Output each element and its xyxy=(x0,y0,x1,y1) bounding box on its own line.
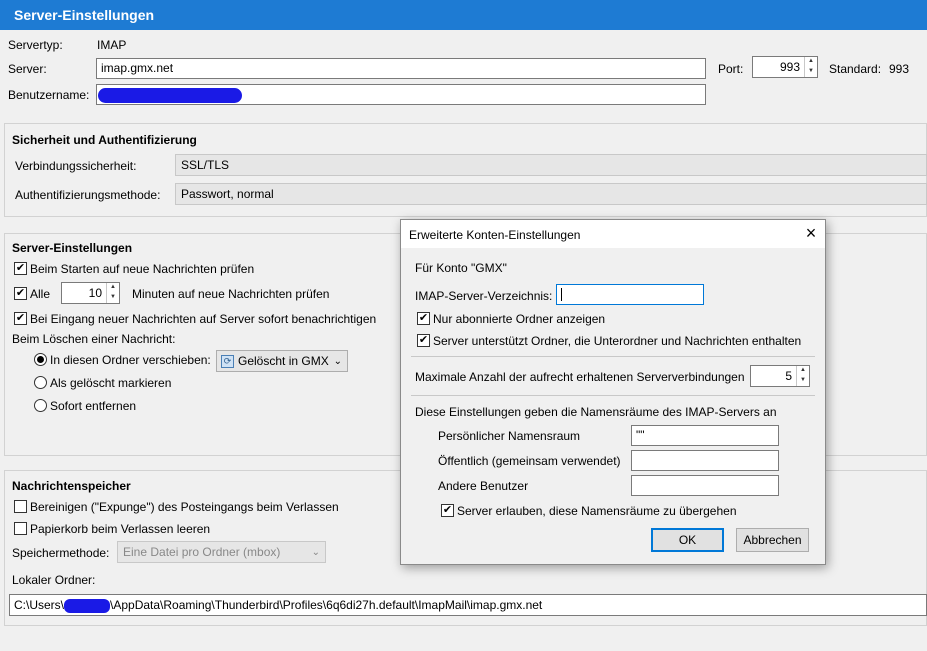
auth-method-select[interactable]: Passwort, normal xyxy=(175,183,927,205)
check-startup-checkbox[interactable]: ✔ xyxy=(14,262,27,275)
cancel-button[interactable]: Abbrechen xyxy=(736,528,809,552)
account-label: Für Konto "GMX" xyxy=(415,261,507,275)
move-folder-value: Gelöscht in GMX xyxy=(238,354,329,368)
override-namespaces-checkbox[interactable]: ✔ xyxy=(441,504,454,517)
storage-method-select: Eine Datei pro Ordner (mbox) ⌄ xyxy=(117,541,326,563)
divider xyxy=(411,395,815,396)
max-connections-label: Maximale Anzahl der aufrecht erhaltenen … xyxy=(415,370,745,384)
subscribed-only-label: Nur abonnierte Ordner anzeigen xyxy=(433,312,606,326)
username-label: Benutzername: xyxy=(8,88,90,102)
server-input[interactable]: imap.gmx.net xyxy=(96,58,706,79)
chevron-down-icon[interactable]: ▼ xyxy=(805,67,817,77)
personal-namespace-label: Persönlicher Namensraum xyxy=(438,429,581,443)
delete-behavior-label: Beim Löschen einer Nachricht: xyxy=(12,332,176,346)
chevron-down-icon: ⌄ xyxy=(311,547,320,558)
notify-label: Bei Eingang neuer Nachrichten auf Server… xyxy=(30,312,377,326)
empty-trash-label: Papierkorb beim Verlassen leeren xyxy=(30,522,211,536)
storage-group-title: Nachrichtenspeicher xyxy=(12,479,131,493)
storage-method-label: Speichermethode: xyxy=(12,546,110,560)
empty-trash-checkbox[interactable] xyxy=(14,522,27,535)
chevron-up-icon[interactable]: ▲ xyxy=(107,283,119,293)
connection-security-select[interactable]: SSL/TLS xyxy=(175,154,927,176)
standard-label: Standard: xyxy=(829,62,882,76)
other-users-input[interactable] xyxy=(631,475,779,496)
standard-value: 993 xyxy=(889,62,910,76)
path-suffix: 6q6di27h.default\ImapMail\imap.gmx.net xyxy=(326,598,543,612)
expunge-label: Bereinigen ("Expunge") des Posteingangs … xyxy=(30,500,339,514)
chevron-down-icon[interactable]: ▼ xyxy=(107,293,119,303)
other-users-label: Andere Benutzer xyxy=(438,479,529,493)
path-middle: \AppData\Roaming\Thunderbird\Profiles\ xyxy=(110,598,327,612)
divider xyxy=(411,356,815,357)
mark-deleted-radio[interactable] xyxy=(34,376,47,389)
redaction-mark xyxy=(64,598,111,613)
close-icon[interactable]: × xyxy=(801,223,821,243)
imap-dir-label: IMAP-Server-Verzeichnis: xyxy=(415,289,553,303)
server-settings-group-title: Server-Einstellungen xyxy=(12,241,133,255)
dialog-title: Erweiterte Konten-Einstellungen xyxy=(409,228,581,242)
personal-namespace-input[interactable]: "" xyxy=(631,425,779,446)
server-label: Server: xyxy=(8,62,47,76)
advanced-account-settings-dialog: Erweiterte Konten-Einstellungen × Für Ko… xyxy=(400,219,826,565)
ok-button[interactable]: OK xyxy=(651,528,724,552)
move-folder-select[interactable]: ⟳ Gelöscht in GMX ⌄ xyxy=(216,350,348,372)
server-type-label: Servertyp: xyxy=(8,38,63,52)
stepper-arrows: ▲ ▼ xyxy=(804,57,817,77)
public-namespace-input[interactable] xyxy=(631,450,779,471)
trash-folder-icon: ⟳ xyxy=(221,354,234,368)
move-label: In diesen Ordner verschieben: xyxy=(50,353,211,367)
namespace-intro: Diese Einstellungen geben die Namensräum… xyxy=(415,405,777,419)
override-namespaces-label: Server erlauben, diese Namensräume zu üb… xyxy=(457,504,737,518)
page-title: Server-Einstellungen xyxy=(0,0,927,30)
auth-method-label: Authentifizierungsmethode: xyxy=(15,188,161,202)
minutes-label: Minuten auf neue Nachrichten prüfen xyxy=(132,287,330,301)
chevron-down-icon: ⌄ xyxy=(333,355,342,367)
remove-now-radio[interactable] xyxy=(34,399,47,412)
max-connections-stepper[interactable]: 5 ▲ ▼ xyxy=(750,365,810,387)
connection-security-label: Verbindungssicherheit: xyxy=(15,159,137,173)
notify-checkbox[interactable]: ✔ xyxy=(14,312,27,325)
port-value: 993 xyxy=(779,60,800,74)
remove-now-label: Sofort entfernen xyxy=(50,399,137,413)
server-type-value: IMAP xyxy=(97,38,127,52)
imap-dir-input[interactable] xyxy=(556,284,704,305)
move-radio[interactable] xyxy=(34,353,47,366)
chevron-up-icon[interactable]: ▲ xyxy=(805,57,817,67)
port-label: Port: xyxy=(718,62,744,76)
text-cursor xyxy=(561,288,562,302)
port-stepper[interactable]: 993 ▲ ▼ xyxy=(752,56,818,78)
local-folder-label: Lokaler Ordner: xyxy=(12,573,96,587)
chevron-down-icon[interactable]: ▼ xyxy=(797,376,809,386)
check-startup-label: Beim Starten auf neue Nachrichten prüfen xyxy=(30,262,255,276)
minutes-value: 10 xyxy=(88,286,102,300)
security-group-title: Sicherheit und Authentifizierung xyxy=(12,133,197,147)
server-supports-label: Server unterstützt Ordner, die Unterordn… xyxy=(433,334,802,348)
expunge-checkbox[interactable] xyxy=(14,500,27,513)
storage-method-value: Eine Datei pro Ordner (mbox) xyxy=(123,545,281,559)
check-every-checkbox[interactable]: ✔ xyxy=(14,287,27,300)
redaction-mark xyxy=(98,88,242,103)
chevron-up-icon[interactable]: ▲ xyxy=(797,366,809,376)
max-connections-value: 5 xyxy=(785,369,792,383)
path-prefix: C:\Users\ xyxy=(14,598,65,612)
stepper-arrows: ▲ ▼ xyxy=(106,283,119,303)
public-namespace-label: Öffentlich (gemeinsam verwendet) xyxy=(438,454,621,468)
subscribed-only-checkbox[interactable]: ✔ xyxy=(417,312,430,325)
minutes-stepper[interactable]: 10 ▲ ▼ xyxy=(61,282,120,304)
local-folder-input[interactable]: C:\Users\ \AppData\Roaming\Thunderbird\Pr… xyxy=(9,594,927,616)
stepper-arrows: ▲ ▼ xyxy=(796,366,809,386)
server-supports-checkbox[interactable]: ✔ xyxy=(417,334,430,347)
mark-deleted-label: Als gelöscht markieren xyxy=(50,376,172,390)
check-every-label: Alle xyxy=(30,287,51,301)
